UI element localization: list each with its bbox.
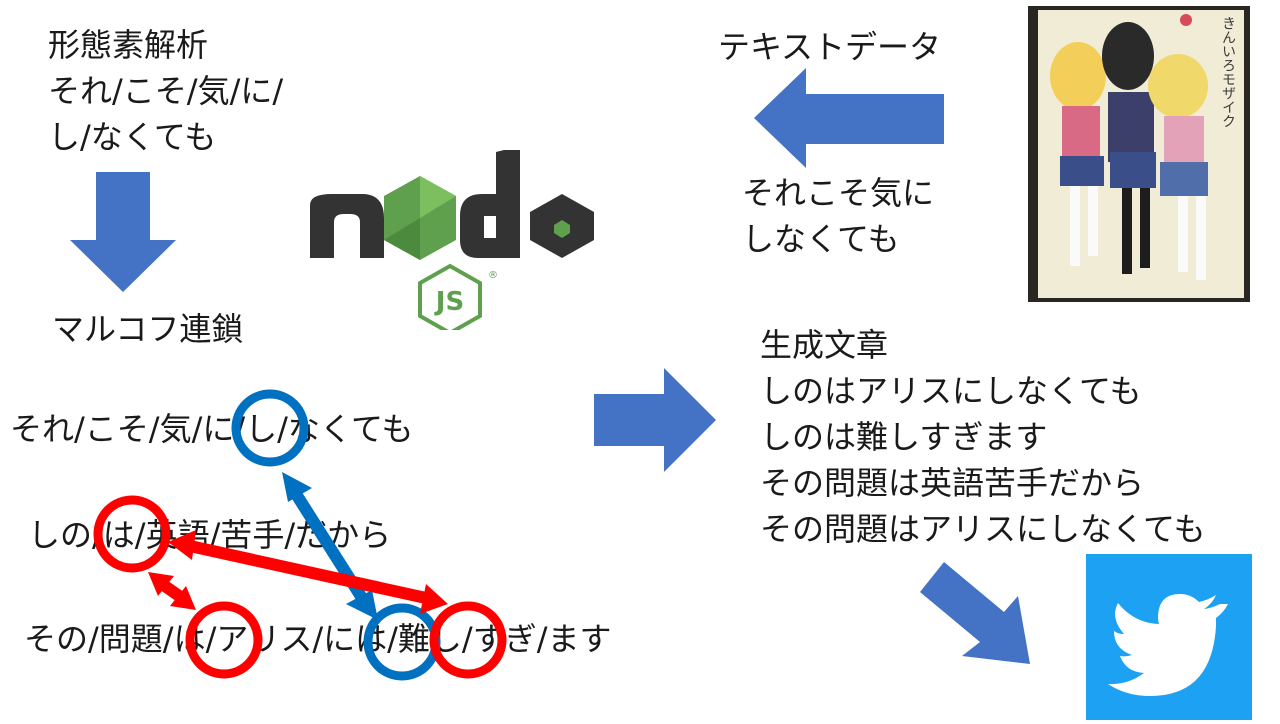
diagonal-arrow xyxy=(920,562,1030,664)
red-circle-ha-3 xyxy=(429,601,507,679)
red-circle-ha-2 xyxy=(185,601,263,679)
red-circle-ha-1 xyxy=(93,495,171,573)
left-arrow xyxy=(754,68,944,168)
right-arrow xyxy=(594,368,716,472)
diagram-arrows xyxy=(70,68,1030,681)
blue-circle-ni-1 xyxy=(231,389,309,467)
red-link-arrow-long xyxy=(188,540,428,604)
blue-circle-ni-2 xyxy=(363,603,441,681)
down-arrow xyxy=(70,172,176,292)
